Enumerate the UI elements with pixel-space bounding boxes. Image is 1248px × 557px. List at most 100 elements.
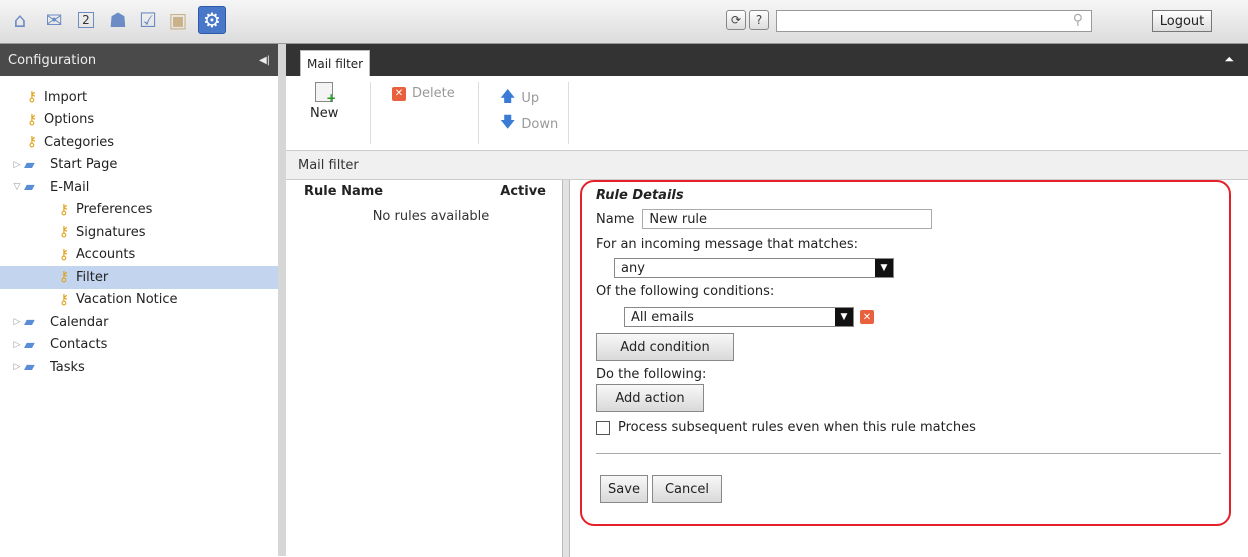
sidebar-item-label: Categories xyxy=(44,134,115,150)
settings-tree: ⚷ Import ⚷ Options ⚷ Categories ▷ ▰ Start Page ▽ ▰… xyxy=(0,76,278,379)
sidebar-item-label: E-Mail xyxy=(50,179,90,195)
match-select-value: any xyxy=(621,260,645,276)
subsequent-rules-label: Process subsequent rules even when this … xyxy=(618,420,976,435)
divider xyxy=(596,453,1221,454)
ribbon-separator xyxy=(370,82,371,144)
down-button[interactable]: 🡇 Down xyxy=(500,112,558,137)
logout-button[interactable]: Logout xyxy=(1152,10,1212,32)
column-active[interactable]: Active xyxy=(500,184,546,199)
infostore-icon[interactable]: ▣ xyxy=(164,6,192,34)
sidebar-item-label: Start Page xyxy=(50,157,118,173)
rule-details-panel: Rule Details Name New rule For an incomi… xyxy=(580,180,1231,526)
sidebar-item-label: Preferences xyxy=(76,202,153,218)
ribbon-separator xyxy=(478,82,479,144)
name-label: Name xyxy=(596,211,635,227)
sidebar-item-label: Calendar xyxy=(50,314,109,330)
collapsed-arrow-icon[interactable]: ▷ xyxy=(10,317,24,327)
collapse-panel-icon[interactable]: ⏶ xyxy=(1224,52,1234,67)
match-label: For an incoming message that matches: xyxy=(596,237,858,252)
sidebar-item-accounts[interactable]: ⚷ Accounts xyxy=(0,244,278,267)
condition-select[interactable]: All emails ▼ xyxy=(624,307,854,327)
help-icon: ? xyxy=(755,13,763,27)
condition-select-value: All emails xyxy=(631,309,694,325)
sidebar-item-preferences[interactable]: ⚷ Preferences xyxy=(0,199,278,222)
collapsed-arrow-icon[interactable]: ▷ xyxy=(10,340,24,350)
sidebar-item-contacts[interactable]: ▷ ▰ Contacts xyxy=(0,334,278,357)
folder-icon: ▰ xyxy=(24,314,35,331)
panel-splitter[interactable] xyxy=(562,180,570,557)
search-icon[interactable]: ⚲ xyxy=(1073,12,1083,28)
key-icon: ⚷ xyxy=(58,201,70,218)
sidebar-item-signatures[interactable]: ⚷ Signatures xyxy=(0,221,278,244)
up-label: Up xyxy=(521,91,540,106)
sidebar-item-filter[interactable]: ⚷ Filter xyxy=(0,266,278,289)
actions-label: Do the following: xyxy=(596,367,707,382)
sidebar-item-categories[interactable]: ⚷ Categories xyxy=(0,131,278,154)
contacts-icon[interactable]: ☗ xyxy=(104,6,132,34)
home-icon[interactable]: ⌂ xyxy=(6,6,34,34)
sidebar-item-vacation-notice[interactable]: ⚷ Vacation Notice xyxy=(0,289,278,312)
rule-name-input[interactable]: New rule xyxy=(642,209,933,229)
top-toolbar: ⌂ ✉ 2 ☗ ☑ ▣ ⚙ ⟳ ? ⚲ Logout xyxy=(0,0,1248,44)
key-icon: ⚷ xyxy=(58,246,70,263)
ribbon-separator xyxy=(568,82,569,144)
delete-icon: ✕ xyxy=(392,86,406,101)
sidebar-item-label: Options xyxy=(44,112,95,128)
match-select[interactable]: any ▼ xyxy=(614,258,894,278)
new-button[interactable]: + New xyxy=(310,82,338,121)
search-input[interactable]: ⚲ xyxy=(776,10,1092,32)
column-rule-name[interactable]: Rule Name xyxy=(304,184,383,199)
tasks-icon[interactable]: ☑ xyxy=(134,6,162,34)
section-header: Mail filter xyxy=(286,151,1248,180)
calendar-day: 2 xyxy=(78,12,94,28)
sidebar-header: Configuration ◀| xyxy=(0,44,278,76)
help-button[interactable]: ? xyxy=(749,10,769,30)
mail-icon[interactable]: ✉ xyxy=(40,6,68,34)
sidebar-item-e-mail[interactable]: ▽ ▰ E-Mail xyxy=(0,176,278,199)
sidebar-item-label: Tasks xyxy=(50,359,85,375)
new-label: New xyxy=(310,106,339,121)
conditions-label: Of the following conditions: xyxy=(596,284,775,299)
refresh-icon: ⟳ xyxy=(730,13,742,27)
chevron-down-icon: ▼ xyxy=(875,259,893,277)
subsequent-rules-checkbox[interactable] xyxy=(596,420,610,435)
up-button[interactable]: 🡅 Up xyxy=(500,86,539,111)
delete-label: Delete xyxy=(412,86,455,101)
key-icon: ⚷ xyxy=(26,134,38,151)
delete-button[interactable]: ✕ Delete xyxy=(392,86,455,101)
refresh-button[interactable]: ⟳ xyxy=(726,10,746,30)
settings-icon[interactable]: ⚙ xyxy=(198,6,226,34)
save-button[interactable]: Save xyxy=(600,475,648,503)
tab-strip: Mail filter ⏶ xyxy=(286,44,1248,76)
sidebar-item-start-page[interactable]: ▷ ▰ Start Page xyxy=(0,154,278,177)
rule-details-title: Rule Details xyxy=(596,188,684,203)
name-row: Name New rule xyxy=(596,209,1215,229)
sidebar-item-tasks[interactable]: ▷ ▰ Tasks xyxy=(0,356,278,379)
sidebar-item-calendar[interactable]: ▷ ▰ Calendar xyxy=(0,311,278,334)
key-icon: ⚷ xyxy=(58,291,70,308)
sidebar-item-label: Filter xyxy=(76,269,109,285)
sidebar-item-label: Vacation Notice xyxy=(76,292,178,308)
sidebar-item-label: Import xyxy=(44,89,88,105)
down-label: Down xyxy=(521,117,559,132)
cancel-button[interactable]: Cancel xyxy=(652,475,722,503)
calendar-icon[interactable]: 2 xyxy=(72,6,100,34)
expanded-arrow-icon[interactable]: ▽ xyxy=(10,182,24,192)
sidebar-item-options[interactable]: ⚷ Options xyxy=(0,109,278,132)
filter-workspace: Rule Name Active No rules available Rule… xyxy=(286,180,1248,557)
collapsed-arrow-icon[interactable]: ▷ xyxy=(10,160,24,170)
app-window: ⌂ ✉ 2 ☗ ☑ ▣ ⚙ ⟳ ? ⚲ Logout Configuration… xyxy=(0,0,1248,557)
remove-condition-icon[interactable]: ✕ xyxy=(860,310,874,324)
tab-mail-filter[interactable]: Mail filter xyxy=(300,50,371,76)
key-icon: ⚷ xyxy=(58,269,70,286)
add-condition-button[interactable]: Add condition xyxy=(596,333,734,361)
collapse-sidebar-icon[interactable]: ◀| xyxy=(259,55,270,66)
arrow-down-icon: 🡇 xyxy=(500,113,516,131)
sidebar-item-import[interactable]: ⚷ Import xyxy=(0,86,278,109)
rules-list: Rule Name Active No rules available xyxy=(300,180,562,557)
folder-icon: ▰ xyxy=(24,336,35,353)
collapsed-arrow-icon[interactable]: ▷ xyxy=(10,362,24,372)
add-action-button[interactable]: Add action xyxy=(596,384,704,412)
folder-icon: ▰ xyxy=(24,359,35,376)
key-icon: ⚷ xyxy=(26,89,38,106)
